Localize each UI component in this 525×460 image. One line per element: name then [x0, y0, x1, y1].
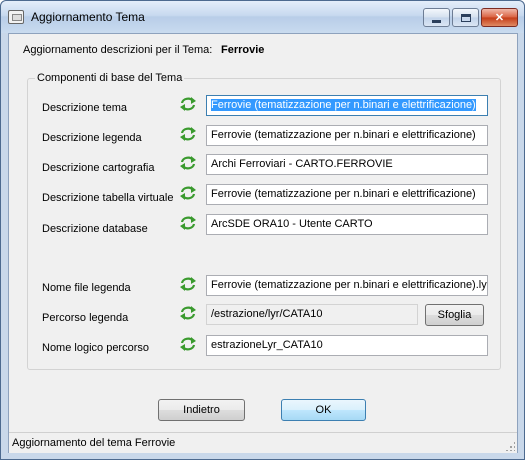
window-title: Aggiornamento Tema	[31, 10, 145, 24]
refresh-icon[interactable]	[179, 185, 197, 201]
label-nome-logico-percorso: Nome logico percorso	[42, 342, 149, 354]
refresh-icon[interactable]	[179, 215, 197, 231]
refresh-icon[interactable]	[179, 155, 197, 171]
refresh-icon[interactable]	[179, 276, 197, 292]
label-descrizione-tabella-virtuale: Descrizione tabella virtuale	[42, 192, 174, 204]
dialog-window: Aggiornamento Tema ✕ Aggiornamento descr…	[0, 0, 525, 460]
refresh-icon[interactable]	[179, 96, 197, 112]
descrizione-database-input[interactable]: ArcSDE ORA10 - Utente CARTO	[206, 214, 488, 235]
label-descrizione-database: Descrizione database	[42, 223, 148, 235]
close-icon: ✕	[494, 12, 505, 24]
ok-button[interactable]: OK	[281, 399, 366, 421]
close-button[interactable]: ✕	[481, 8, 518, 27]
minimize-button[interactable]	[423, 8, 450, 27]
percorso-legenda-input: /estrazione/lyr/CATA10	[206, 304, 418, 325]
app-icon[interactable]	[8, 10, 24, 24]
label-nome-file-legenda: Nome file legenda	[42, 282, 131, 294]
label-descrizione-legenda: Descrizione legenda	[42, 132, 142, 144]
back-button[interactable]: Indietro	[158, 399, 245, 421]
header-label: Aggiornamento descrizioni per il Tema:	[23, 44, 213, 56]
minimize-icon	[432, 19, 441, 23]
descrizione-cartografia-input[interactable]: Archi Ferroviari - CARTO.FERROVIE	[206, 154, 488, 175]
dialog-body: Aggiornamento descrizioni per il Tema: F…	[8, 33, 518, 453]
refresh-icon[interactable]	[179, 126, 197, 142]
descrizione-tema-input[interactable]: Ferrovie (tematizzazione per n.binari e …	[206, 95, 488, 116]
refresh-icon[interactable]	[179, 336, 197, 352]
status-bar: Aggiornamento del tema Ferrovie	[9, 432, 517, 453]
descrizione-tema-value: Ferrovie (tematizzazione per n.binari e …	[211, 99, 476, 111]
browse-button[interactable]: Sfoglia	[425, 304, 484, 326]
header-theme-name: Ferrovie	[221, 44, 265, 56]
refresh-icon[interactable]	[179, 305, 197, 321]
maximize-icon	[460, 13, 471, 22]
label-descrizione-cartografia: Descrizione cartografia	[42, 162, 155, 174]
label-percorso-legenda: Percorso legenda	[42, 312, 129, 324]
nome-file-legenda-input[interactable]: Ferrovie (tematizzazione per n.binari e …	[206, 275, 488, 296]
descrizione-tabella-virtuale-input[interactable]: Ferrovie (tematizzazione per n.binari e …	[206, 184, 488, 205]
group-legend: Componenti di base del Tema	[35, 72, 185, 84]
resize-grip-icon[interactable]	[505, 441, 515, 451]
label-descrizione-tema: Descrizione tema	[42, 102, 127, 114]
descrizione-legenda-input[interactable]: Ferrovie (tematizzazione per n.binari e …	[206, 125, 488, 146]
nome-logico-percorso-input[interactable]: estrazioneLyr_CATA10	[206, 335, 488, 356]
title-bar[interactable]: Aggiornamento Tema ✕	[1, 1, 524, 33]
status-text: Aggiornamento del tema Ferrovie	[12, 437, 176, 449]
maximize-button[interactable]	[452, 8, 479, 27]
